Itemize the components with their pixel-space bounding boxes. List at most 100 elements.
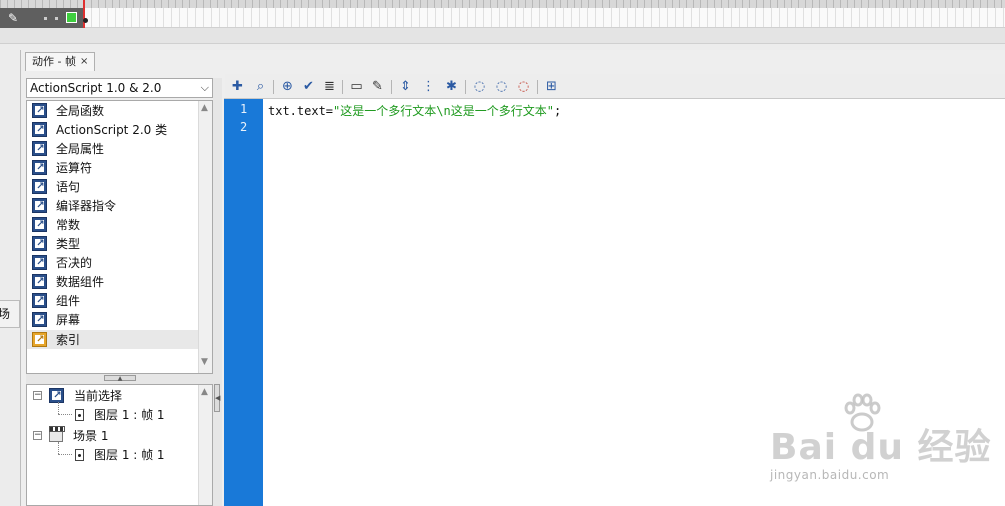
visibility-dot[interactable]: [44, 17, 47, 20]
find-icon[interactable]: ⌕: [252, 78, 269, 95]
pencil-icon: ✎: [8, 11, 19, 25]
toolbox-item-label: 全局属性: [56, 142, 105, 156]
toolbox-item-as2-classes[interactable]: ↗ ActionScript 2.0 类: [29, 120, 199, 139]
actionscript-version-select[interactable]: ActionScript 1.0 & 2.0 ⌵: [26, 78, 213, 98]
toolbox-splitter[interactable]: ▲: [26, 374, 213, 384]
code-string-literal: "这是一个多行文本\n这是一个多行文本": [333, 104, 554, 118]
apply-line-comment-icon[interactable]: ◌: [493, 78, 510, 95]
show-code-hint-icon[interactable]: ▭: [348, 78, 365, 95]
toolbox-item-global-functions[interactable]: ↗ 全局函数: [29, 101, 199, 120]
book-icon: ↗: [32, 179, 47, 194]
toolbox-item-components[interactable]: ↗ 组件: [29, 291, 199, 310]
tree-line: [58, 414, 72, 415]
timeline-ruler[interactable]: [0, 0, 1005, 8]
toolbox-item-global-properties[interactable]: ↗ 全局属性: [29, 139, 199, 158]
insert-target-path-icon[interactable]: ⊕: [279, 78, 296, 95]
toolbox-item-label: 否决的: [56, 256, 93, 270]
nav-scene-frame[interactable]: 图层 1 : 帧 1: [75, 445, 165, 464]
toolbox-item-statements[interactable]: ↗ 语句: [29, 177, 199, 196]
collapse-icon[interactable]: −: [33, 431, 42, 440]
nav-current-frame[interactable]: 图层 1 : 帧 1: [75, 405, 165, 424]
collapse-selection-icon[interactable]: ⋮: [420, 78, 437, 95]
splitter-grip-icon[interactable]: ◀: [214, 384, 220, 412]
keyframe-icon[interactable]: [83, 18, 88, 23]
lock-dot[interactable]: [55, 17, 58, 20]
layer-row[interactable]: ✎: [0, 8, 83, 28]
version-select-value: ActionScript 1.0 & 2.0: [30, 81, 162, 95]
script-navigator[interactable]: − ↗ 当前选择 图层 1 : 帧 1 − 场景 1 图层 1 : 帧 1 ▲: [26, 384, 213, 506]
book-icon: ↗: [32, 160, 47, 175]
tab-label: 动作 - 帧: [32, 55, 76, 68]
show-hide-toolbox-icon[interactable]: ⊞: [543, 78, 560, 95]
tab-actions-frame[interactable]: 动作 - 帧 ×: [25, 52, 96, 71]
toolbox-item-label: 全局函数: [56, 104, 105, 118]
toolbox-item-label: 常数: [56, 218, 81, 232]
toolbox-item-label: 屏幕: [56, 313, 81, 327]
playhead[interactable]: [83, 0, 85, 30]
splitter-grip-icon[interactable]: ▲: [104, 375, 136, 382]
scroll-down-icon[interactable]: ▼: [201, 357, 208, 367]
toolbox-item-types[interactable]: ↗ 类型: [29, 234, 199, 253]
scene-panel-label: 场景: [0, 307, 12, 327]
expand-all-icon[interactable]: ✱: [443, 78, 460, 95]
toolbox-item-label: 运算符: [56, 161, 93, 175]
auto-format-icon[interactable]: ≣: [321, 78, 338, 95]
nav-current-frame-label: 图层 1 : 帧 1: [94, 408, 165, 422]
book-icon: ↗: [32, 274, 47, 289]
watermark-url: jingyan.baidu.com: [770, 468, 890, 482]
toolbox-item-data-components[interactable]: ↗ 数据组件: [29, 272, 199, 291]
panel-vertical-splitter[interactable]: ◀: [213, 78, 222, 506]
script-toolbar: ✚ ⌕ ⊕ ✔ ≣ ▭ ✎ ⇕ ⋮ ✱ ◌ ◌ ◌ ⊞: [225, 74, 1005, 98]
toolbox-item-screens[interactable]: ↗ 屏幕: [29, 310, 199, 329]
toolbar-separator: [537, 80, 538, 94]
toolbox-item-label: 类型: [56, 237, 81, 251]
toolbox-item-operators[interactable]: ↗ 运算符: [29, 158, 199, 177]
scene-panel-edge[interactable]: 场景: [0, 300, 20, 328]
check-syntax-icon[interactable]: ✔: [300, 78, 317, 95]
toolbox-scrollbar[interactable]: ▲ ▼: [198, 101, 212, 373]
book-icon: ↗: [32, 236, 47, 251]
code-line[interactable]: txt.text="这是一个多行文本\n这是一个多行文本";: [268, 102, 561, 119]
code-identifier: txt.text=: [268, 104, 334, 118]
index-book-icon: ↗: [32, 332, 47, 347]
nav-scene[interactable]: − 场景 1: [33, 426, 108, 445]
collapse-icon[interactable]: −: [33, 391, 42, 400]
debug-options-icon[interactable]: ✎: [369, 78, 386, 95]
book-icon: ↗: [32, 141, 47, 156]
toolbox-item-label: 数据组件: [56, 275, 105, 289]
chevron-down-icon[interactable]: ⌵: [201, 79, 209, 97]
toolbox-item-deprecated[interactable]: ↗ 否决的: [29, 253, 199, 272]
tree-line: [58, 442, 59, 454]
navigator-scrollbar[interactable]: ▲: [198, 385, 212, 505]
baidu-watermark: Bai du 经验 jingyan.baidu.com: [770, 392, 1000, 492]
book-icon: ↗: [32, 255, 47, 270]
frame-script-icon: [75, 448, 84, 461]
remove-comment-icon[interactable]: ◌: [515, 78, 532, 95]
outline-color-square[interactable]: [66, 12, 77, 23]
book-icon: ↗: [49, 388, 64, 403]
toolbox-item-index[interactable]: ↗ 索引: [29, 330, 199, 349]
toolbox-item-label: 索引: [56, 333, 81, 347]
toolbox-item-compiler-directives[interactable]: ↗ 编译器指令: [29, 196, 199, 215]
frame-script-icon: [75, 408, 84, 421]
timeline: ✎: [0, 0, 1005, 44]
close-icon[interactable]: ×: [80, 53, 88, 71]
apply-block-comment-icon[interactable]: ◌: [471, 78, 488, 95]
nav-current-selection[interactable]: − ↗ 当前选择: [33, 386, 122, 405]
toolbox-item-constants[interactable]: ↗ 常数: [29, 215, 199, 234]
book-icon: ↗: [32, 122, 47, 137]
book-icon: ↗: [32, 217, 47, 232]
line-number: 2: [240, 120, 248, 134]
toolbox-item-label: ActionScript 2.0 类: [56, 123, 168, 137]
toolbar-separator: [342, 80, 343, 94]
collapse-between-braces-icon[interactable]: ⇕: [397, 78, 414, 95]
line-number: 1: [240, 102, 248, 116]
scroll-up-icon[interactable]: ▲: [201, 103, 208, 113]
toolbox-item-label: 语句: [56, 180, 81, 194]
toolbar-separator: [273, 80, 274, 94]
scroll-up-icon[interactable]: ▲: [201, 387, 208, 397]
timeline-frames[interactable]: [83, 8, 1005, 28]
actions-toolbox[interactable]: ↗ 全局函数 ↗ ActionScript 2.0 类 ↗ 全局属性 ↗ 运算符 ↗ 语句…: [26, 100, 213, 374]
add-item-icon[interactable]: ✚: [229, 78, 246, 95]
clapperboard-icon: [49, 426, 65, 442]
